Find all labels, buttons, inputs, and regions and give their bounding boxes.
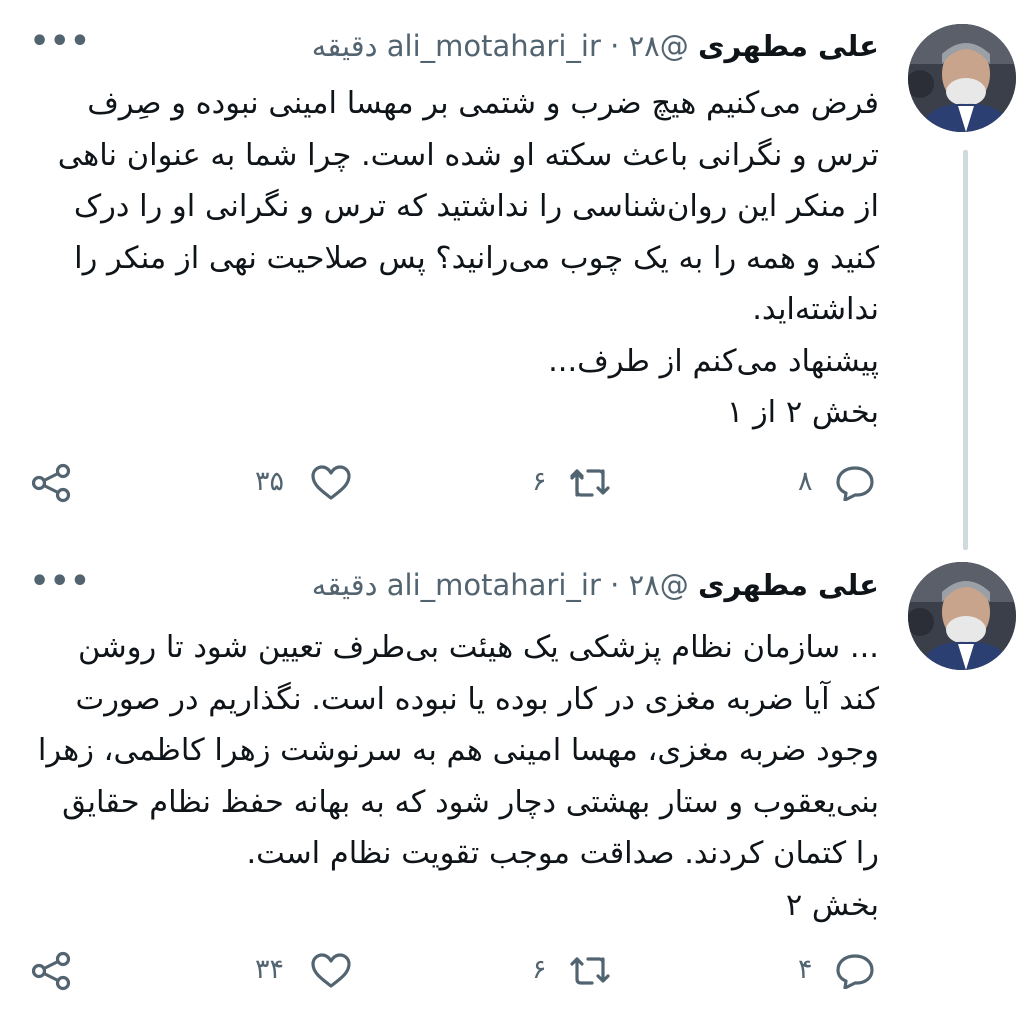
retweet-icon[interactable] [568, 465, 612, 505]
tweet-line: ترس و نگرانی باعث سکته او شده است. چرا ش… [57, 137, 879, 173]
avatar[interactable] [908, 24, 1016, 132]
like-icon[interactable] [310, 465, 352, 505]
tweet-line: نداشته‌اید. [752, 292, 879, 327]
tweet-line: پیشنهاد می‌کنم از طرف... [548, 343, 879, 379]
more-dots-icon[interactable]: ••• [30, 562, 91, 602]
like-icon[interactable] [310, 953, 352, 993]
tweet-line: بخش ۲ [785, 887, 879, 923]
retweet-count: ۶ [532, 466, 547, 497]
share-icon[interactable] [30, 951, 72, 995]
tweet-line: بخش ۲ از ۱ [726, 395, 879, 430]
tweet-line: کند آیا ضربه مغزی در کار بوده یا نبوده ا… [75, 681, 879, 717]
tweet-line: فرض می‌کنیم هیچ ضرب و شتمی بر مهسا امینی… [87, 86, 879, 121]
tweet-header: علی مطهری @ali_motahari_ir · ۲۸ دقیقه [312, 565, 879, 605]
author-name[interactable]: علی مطهری [698, 29, 879, 63]
tweet-line: وجود ضربه مغزی، مهسا امینی هم به سرنوشت … [37, 733, 879, 768]
tweet-actions: ۴ ۶ ۳۴ [0, 945, 1024, 995]
tweet-line: بنی‌یعقوب و ستار بهشتی دچار شود که به به… [62, 784, 879, 820]
meta-separator: · [610, 568, 620, 602]
reply-count: ۸ [798, 466, 813, 497]
retweet-count: ۶ [532, 954, 547, 985]
more-dots-icon[interactable]: ••• [30, 22, 91, 62]
tweet-line: از منکر این روان‌شناسی را نداشتید که ترس… [73, 189, 879, 224]
tweet-actions: ۸ ۶ ۳۵ [0, 457, 1024, 507]
tweet-line: ... سازمان نظام پزشکی یک هیئت بی‌طرف تعی… [77, 630, 879, 665]
share-icon[interactable] [30, 463, 72, 507]
tweet-text: فرض می‌کنیم هیچ ضرب و شتمی بر مهسا امینی… [39, 78, 879, 439]
tweet-text: ... سازمان نظام پزشکی یک هیئت بی‌طرف تعی… [37, 622, 879, 931]
avatar[interactable] [908, 562, 1016, 670]
tweet-line: کنید و همه را به یک چوب می‌رانید؟ پس صلا… [74, 240, 879, 276]
tweet-line: را کتمان کردند. صداقت موجب تقویت نظام اس… [246, 836, 879, 871]
author-name[interactable]: علی مطهری [698, 568, 879, 602]
retweet-icon[interactable] [568, 953, 612, 993]
tweet-header: علی مطهری @ali_motahari_ir · ۲۸ دقیقه [312, 26, 879, 66]
tweet[interactable]: علی مطهری @ali_motahari_ir · ۲۸ دقیقه ••… [0, 0, 1024, 550]
like-count: ۳۴ [255, 954, 285, 985]
like-count: ۳۵ [255, 466, 285, 497]
meta-separator: · [610, 29, 620, 63]
reply-icon[interactable] [835, 953, 875, 993]
reply-count: ۴ [798, 954, 813, 985]
reply-icon[interactable] [835, 465, 875, 505]
